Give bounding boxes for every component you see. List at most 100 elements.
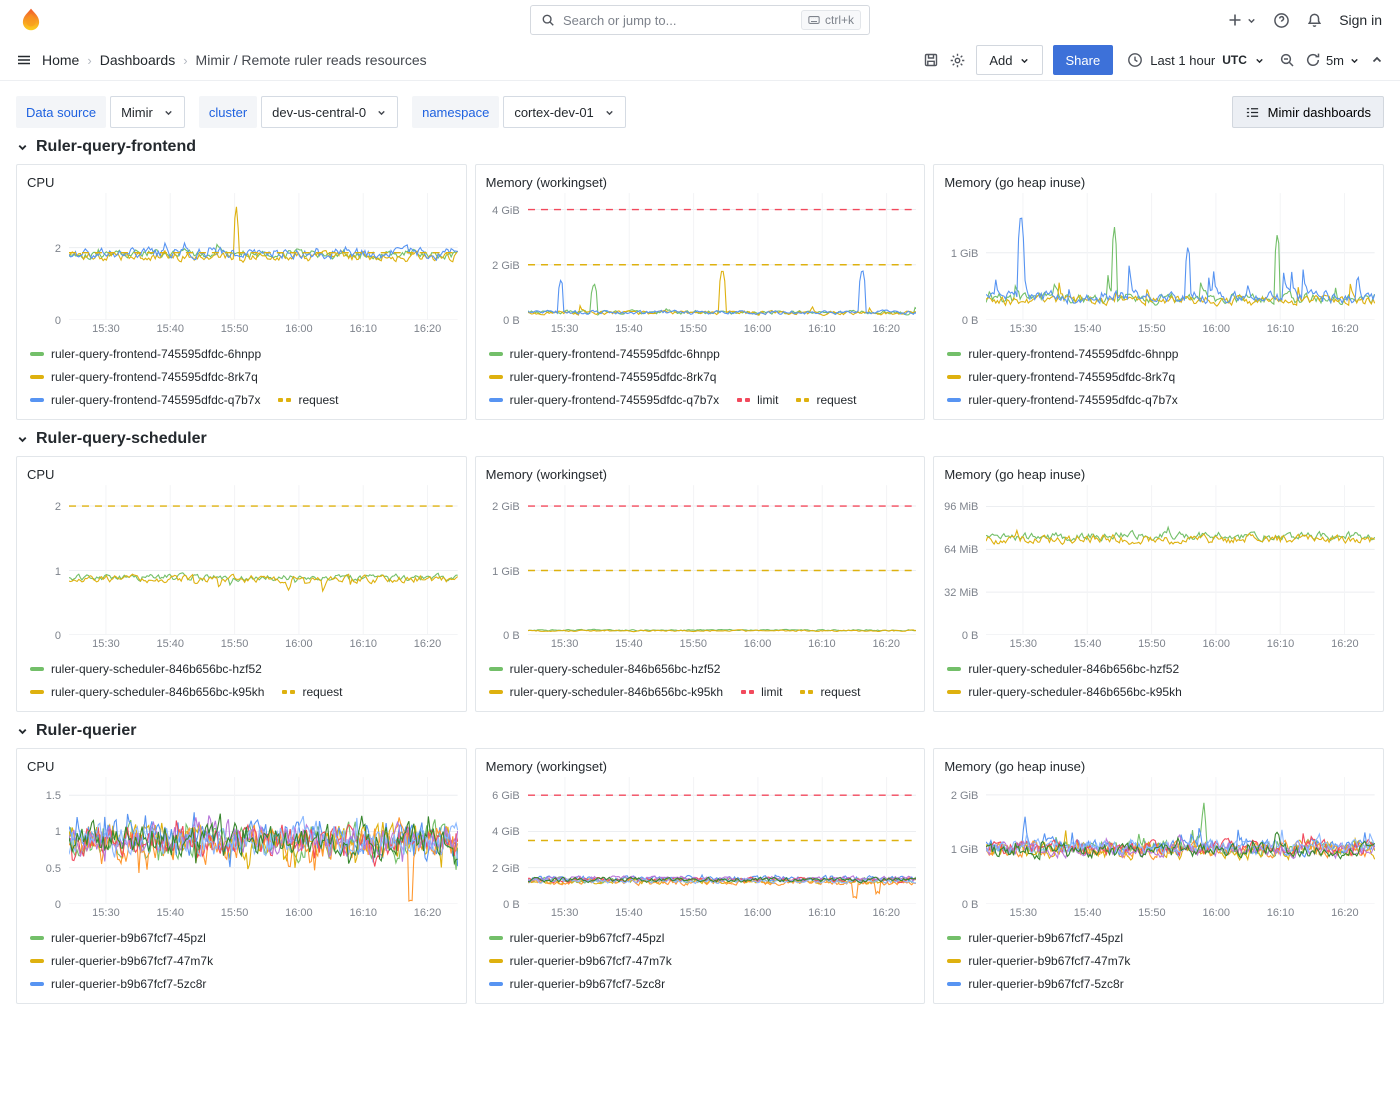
news-button[interactable]: [1306, 12, 1323, 29]
dashboard-settings-button[interactable]: [949, 52, 966, 69]
legend-item[interactable]: ruler-querier-b9b67fcf7-5zc8r: [489, 977, 665, 991]
dashboard-canvas: Data source Mimir cluster dev-us-central…: [0, 81, 1400, 1004]
section-header-ruler-query-frontend[interactable]: Ruler-query-frontend: [16, 138, 1384, 156]
time-series-chart[interactable]: [986, 485, 1375, 635]
panel-ruler-query-scheduler-memory-workingset: Memory (workingset)0 B1 GiB2 GiB15:3015:…: [475, 456, 926, 712]
legend-item[interactable]: ruler-query-frontend-745595dfdc-q7b7x: [30, 393, 260, 407]
breadcrumb-dashboards[interactable]: Dashboards: [100, 52, 176, 68]
legend-label: request: [816, 393, 856, 407]
x-axis-label: 15:40: [156, 323, 184, 335]
plus-icon: [1227, 12, 1243, 28]
x-axis-label: 15:50: [679, 907, 707, 919]
dashboard-sections: Ruler-query-frontendCPU0215:3015:4015:50…: [16, 138, 1384, 1004]
save-dashboard-button[interactable]: [923, 52, 939, 68]
legend-item[interactable]: request: [800, 685, 860, 699]
sign-in-button[interactable]: Sign in: [1339, 12, 1382, 28]
time-series-chart[interactable]: [69, 777, 458, 904]
search-input[interactable]: Search or jump to... ctrl+k: [530, 5, 870, 35]
legend-row: ruler-querier-b9b67fcf7-45pzl: [489, 926, 917, 949]
legend-item[interactable]: request: [278, 393, 338, 407]
time-series-chart[interactable]: [528, 485, 917, 635]
collapse-toolbar-button[interactable]: [1370, 53, 1384, 67]
variable-datasource-label[interactable]: Data source: [16, 96, 106, 128]
legend-item[interactable]: request: [796, 393, 856, 407]
legend-item[interactable]: ruler-querier-b9b67fcf7-5zc8r: [30, 977, 206, 991]
help-button[interactable]: [1273, 12, 1290, 29]
legend-item[interactable]: ruler-query-scheduler-846b656bc-hzf52: [947, 662, 1179, 676]
panel-header[interactable]: CPU: [25, 463, 458, 485]
legend-item[interactable]: limit: [737, 393, 778, 407]
panel-ruler-querier-memory-go-heap-inuse: Memory (go heap inuse)0 B1 GiB2 GiB15:30…: [933, 748, 1384, 1004]
legend-item[interactable]: ruler-query-frontend-745595dfdc-8rk7q: [30, 370, 258, 384]
y-axis-label: 0: [55, 899, 61, 911]
x-axis-label: 16:00: [1202, 907, 1230, 919]
legend-item[interactable]: ruler-query-frontend-745595dfdc-q7b7x: [947, 393, 1177, 407]
panel-header[interactable]: Memory (go heap inuse): [942, 171, 1375, 193]
legend-item[interactable]: limit: [741, 685, 782, 699]
legend-item[interactable]: ruler-query-frontend-745595dfdc-6hnpp: [947, 347, 1178, 361]
legend-item[interactable]: ruler-query-frontend-745595dfdc-6hnpp: [489, 347, 720, 361]
panel-header[interactable]: Memory (workingset): [484, 463, 917, 485]
refresh-picker[interactable]: 5m: [1305, 52, 1360, 68]
section-header-ruler-query-scheduler[interactable]: Ruler-query-scheduler: [16, 430, 1384, 448]
legend-item[interactable]: ruler-query-frontend-745595dfdc-8rk7q: [947, 370, 1175, 384]
breadcrumb-home[interactable]: Home: [42, 52, 79, 68]
time-range-picker[interactable]: Last 1 hour UTC: [1123, 52, 1269, 68]
time-series-chart[interactable]: [986, 193, 1375, 320]
add-button[interactable]: Add: [976, 45, 1042, 75]
panel-header[interactable]: Memory (go heap inuse): [942, 755, 1375, 777]
zoom-out-time-button[interactable]: [1279, 52, 1295, 68]
y-axis-label: 32 MiB: [944, 587, 978, 599]
legend-marker: [800, 690, 813, 694]
legend-item[interactable]: ruler-query-frontend-745595dfdc-6hnpp: [30, 347, 261, 361]
clock-icon: [1127, 52, 1143, 68]
panel-header[interactable]: Memory (workingset): [484, 755, 917, 777]
x-axis-label: 15:30: [1009, 638, 1037, 650]
menu-toggle-button[interactable]: [16, 52, 32, 68]
share-button[interactable]: Share: [1053, 45, 1114, 75]
panel-body: 0 B32 MiB64 MiB96 MiB: [942, 485, 1375, 635]
time-series-chart[interactable]: [528, 193, 917, 320]
legend-item[interactable]: ruler-querier-b9b67fcf7-45pzl: [489, 931, 665, 945]
x-axis-label: 16:00: [744, 638, 772, 650]
panel-body: 0 B1 GiB2 GiB: [942, 777, 1375, 904]
variable-namespace-label[interactable]: namespace: [412, 96, 499, 128]
panel-header[interactable]: CPU: [25, 755, 458, 777]
legend-item[interactable]: ruler-query-scheduler-846b656bc-k95kh: [30, 685, 264, 699]
legend-item[interactable]: request: [282, 685, 342, 699]
variable-cluster-value[interactable]: dev-us-central-0: [261, 96, 398, 128]
x-axis: 15:3015:4015:5016:0016:1016:20: [69, 904, 458, 921]
variable-cluster-label[interactable]: cluster: [199, 96, 257, 128]
panel-header[interactable]: Memory (go heap inuse): [942, 463, 1375, 485]
legend-item[interactable]: ruler-querier-b9b67fcf7-45pzl: [30, 931, 206, 945]
legend-item[interactable]: ruler-querier-b9b67fcf7-47m7k: [30, 954, 213, 968]
time-series-chart[interactable]: [69, 485, 458, 635]
x-axis-label: 15:40: [1074, 323, 1102, 335]
legend-item[interactable]: ruler-query-scheduler-846b656bc-hzf52: [489, 662, 721, 676]
legend-item[interactable]: ruler-query-scheduler-846b656bc-k95kh: [947, 685, 1181, 699]
legend-item[interactable]: ruler-querier-b9b67fcf7-47m7k: [489, 954, 672, 968]
variable-namespace-value[interactable]: cortex-dev-01: [503, 96, 625, 128]
legend-item[interactable]: ruler-querier-b9b67fcf7-47m7k: [947, 954, 1130, 968]
new-button[interactable]: [1227, 12, 1257, 28]
legend-item[interactable]: ruler-querier-b9b67fcf7-5zc8r: [947, 977, 1123, 991]
zoom-out-icon: [1279, 52, 1295, 68]
legend-item[interactable]: ruler-query-scheduler-846b656bc-hzf52: [30, 662, 262, 676]
time-series-chart[interactable]: [986, 777, 1375, 904]
legend-item[interactable]: ruler-querier-b9b67fcf7-45pzl: [947, 931, 1123, 945]
legend-item[interactable]: ruler-query-frontend-745595dfdc-q7b7x: [489, 393, 719, 407]
section-header-ruler-querier[interactable]: Ruler-querier: [16, 722, 1384, 740]
legend-item[interactable]: ruler-query-scheduler-846b656bc-k95kh: [489, 685, 723, 699]
grafana-logo[interactable]: [18, 7, 44, 33]
legend-label: ruler-query-frontend-745595dfdc-8rk7q: [510, 370, 717, 384]
panel-header[interactable]: Memory (workingset): [484, 171, 917, 193]
time-series-chart[interactable]: [528, 777, 917, 904]
x-axis-label: 16:20: [1331, 638, 1359, 650]
time-series-chart[interactable]: [69, 193, 458, 320]
mimir-dashboards-button[interactable]: Mimir dashboards: [1232, 96, 1384, 128]
variable-datasource-value[interactable]: Mimir: [110, 96, 185, 128]
panel-header[interactable]: CPU: [25, 171, 458, 193]
legend-item[interactable]: ruler-query-frontend-745595dfdc-8rk7q: [489, 370, 717, 384]
y-axis-label: 1 GiB: [492, 566, 520, 578]
legend-marker: [741, 690, 754, 694]
